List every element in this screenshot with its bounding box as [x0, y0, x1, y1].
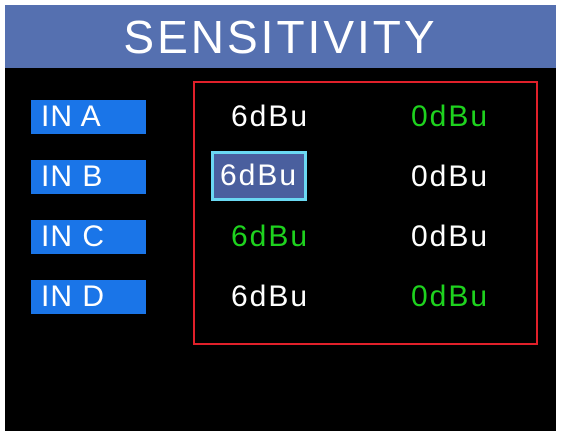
in-a-0dbu-option[interactable]: 0dBu [411, 100, 489, 134]
in-d-6dbu-option[interactable]: 6dBu [231, 280, 309, 314]
in-a-6dbu-option[interactable]: 6dBu [231, 100, 309, 134]
input-label-c[interactable]: IN C [31, 220, 146, 254]
page-title: SENSITIVITY [123, 10, 438, 63]
input-label-a[interactable]: IN A [31, 100, 146, 134]
in-c-0dbu-option[interactable]: 0dBu [411, 220, 489, 254]
input-label-d[interactable]: IN D [31, 280, 146, 314]
sensitivity-screen: SENSITIVITY IN A IN B IN C IN D 6dBu 0dB… [5, 5, 556, 431]
in-d-0dbu-option[interactable]: 0dBu [411, 280, 489, 314]
input-label-b[interactable]: IN B [31, 160, 146, 194]
title-bar: SENSITIVITY [5, 5, 556, 68]
in-b-0dbu-option[interactable]: 0dBu [411, 160, 489, 194]
in-c-6dbu-option[interactable]: 6dBu [231, 220, 309, 254]
in-b-6dbu-option[interactable]: 6dBu [211, 151, 308, 201]
